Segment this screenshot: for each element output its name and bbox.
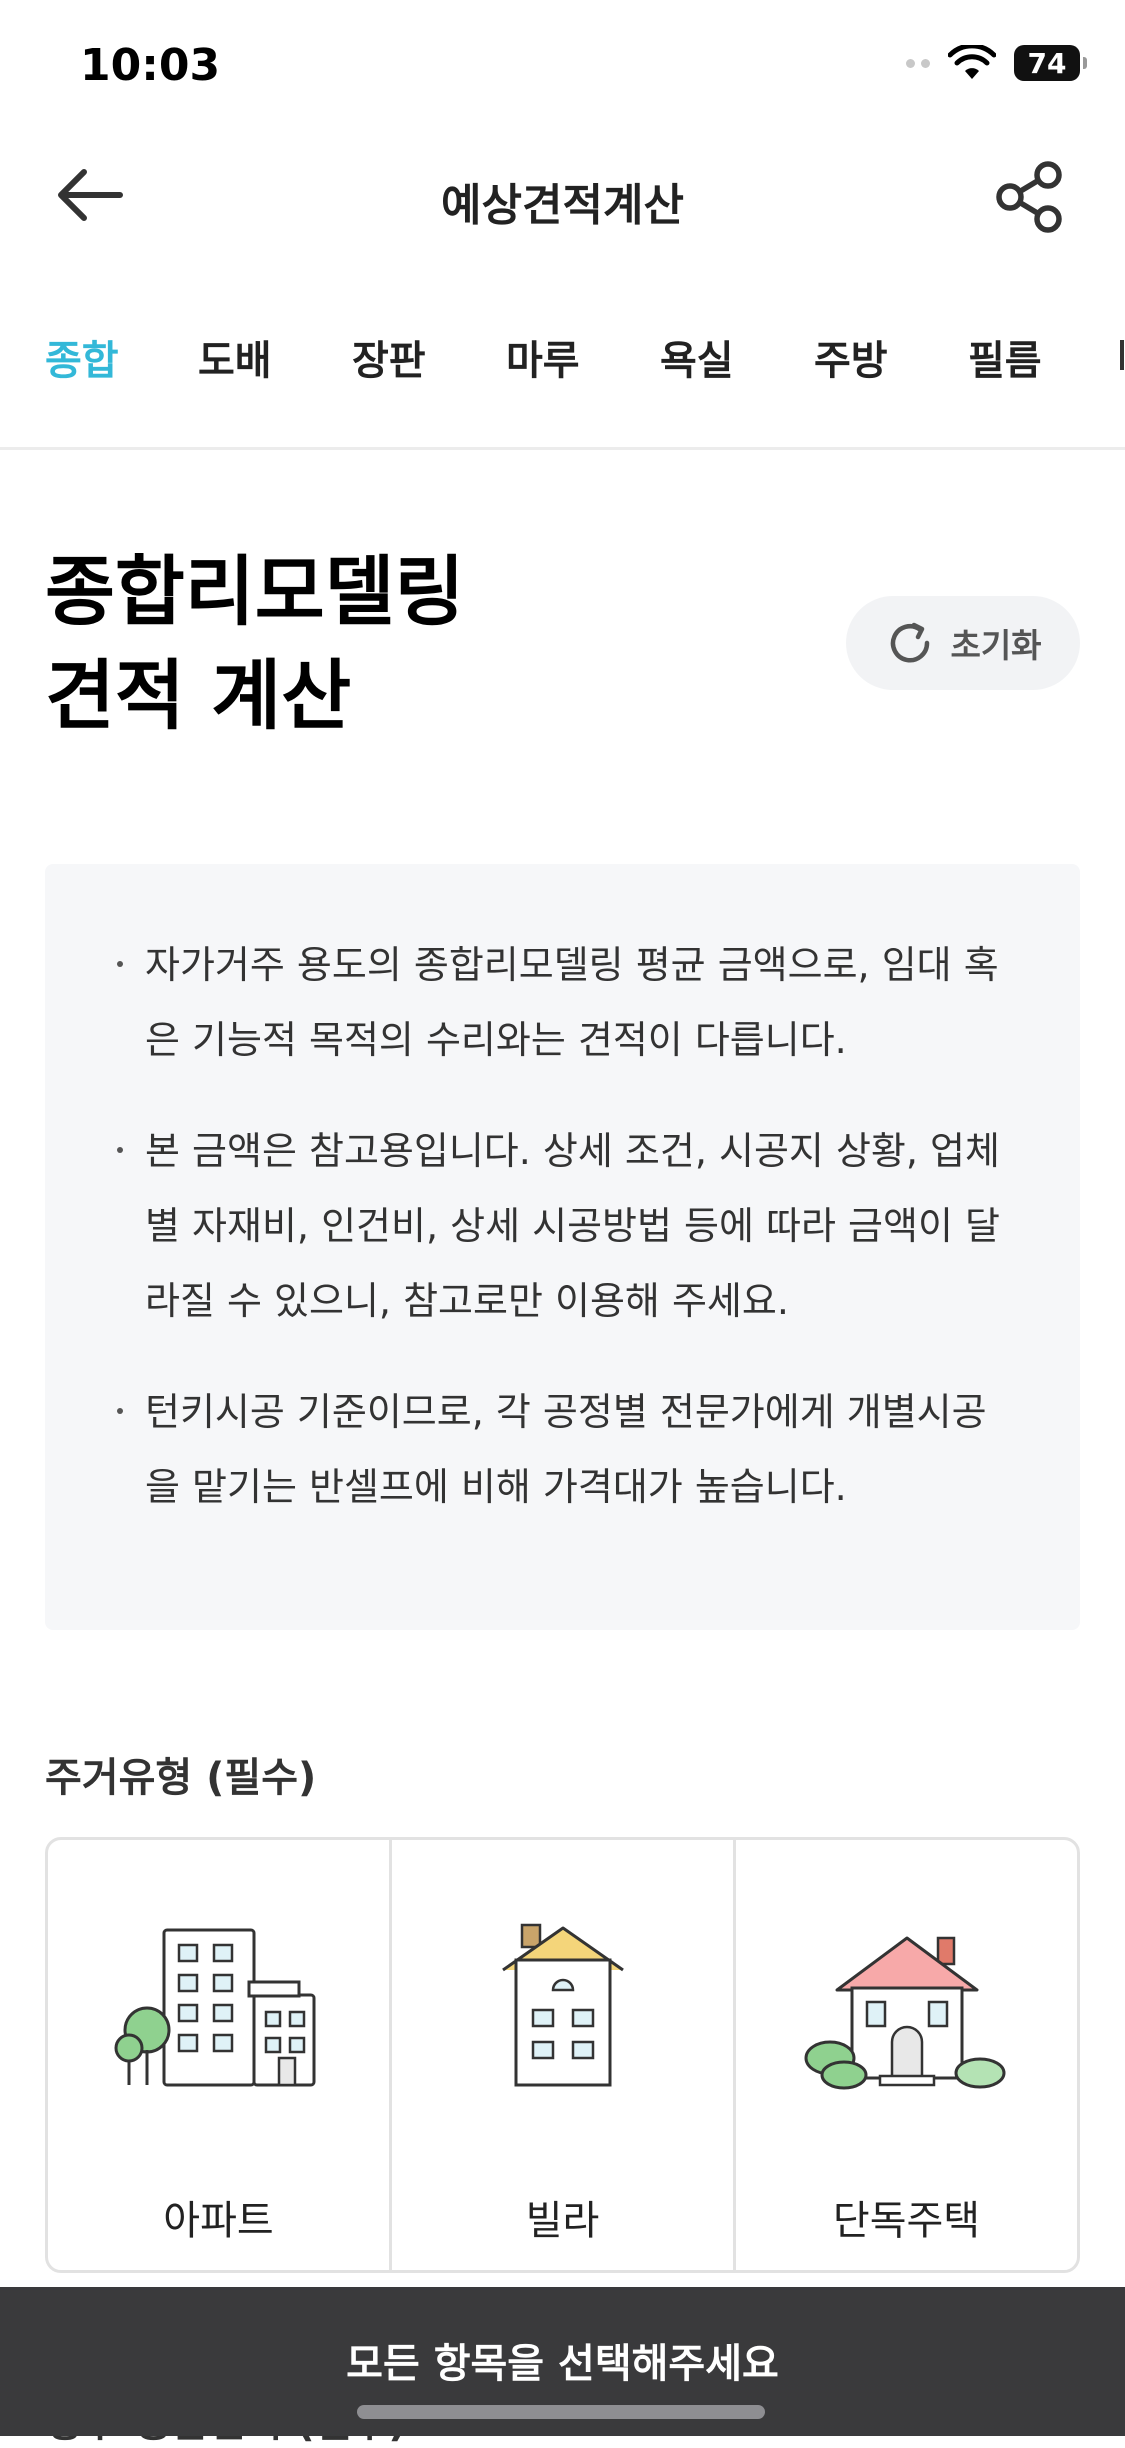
share-icon[interactable] xyxy=(990,157,1070,237)
heading-line-2: 견적 계산 xyxy=(45,651,352,740)
detached-house-icon xyxy=(804,1936,1005,2090)
option-villa[interactable]: 빌라 xyxy=(392,1840,736,2270)
heading-line-1: 종합리모델링 xyxy=(45,547,465,636)
tab-kitchen[interactable]: 주방 xyxy=(814,328,888,386)
tab-overflow-indicator xyxy=(1120,340,1124,370)
home-indicator xyxy=(357,2405,765,2419)
tab-film[interactable]: 필름 xyxy=(968,328,1042,386)
page-title: 예상견적계산 xyxy=(441,180,684,231)
option-apartment[interactable]: 아파트 xyxy=(48,1840,392,2270)
battery-level: 74 xyxy=(1027,46,1067,80)
notice-box: 자가거주 용도의 종합리모델링 평균 금액으로, 임대 혹은 기능적 목적의 수… xyxy=(45,864,1080,1630)
option-label: 아파트 xyxy=(163,2198,274,2244)
option-detached-house[interactable]: 단독주택 xyxy=(736,1840,1077,2270)
reset-button[interactable]: 초기화 xyxy=(846,596,1080,690)
status-time: 10:03 xyxy=(80,40,221,91)
battery-icon: 74 xyxy=(1014,45,1087,81)
category-tabs: 종합 도배 장판 마루 욕실 주방 필름 xyxy=(0,300,1125,450)
reset-label: 초기화 xyxy=(950,626,1042,665)
nav-bar: 예상견적계산 xyxy=(0,135,1125,255)
tab-bathroom[interactable]: 욕실 xyxy=(660,328,734,386)
notice-item: 턴키시공 기준이므로, 각 공정별 전문가에게 개별시공을 맡기는 반셀프에 비… xyxy=(117,1375,1010,1525)
option-label: 빌라 xyxy=(525,2198,600,2244)
wifi-icon xyxy=(948,45,996,79)
option-label: 단독주택 xyxy=(832,2198,981,2244)
notice-item: 본 금액은 참고용입니다. 상세 조건, 시공지 상황, 업체별 자재비, 인건… xyxy=(117,1114,1010,1339)
tab-wood-floor[interactable]: 마루 xyxy=(506,328,580,386)
apartment-icon xyxy=(114,1928,315,2087)
bottom-cta-label: 모든 항목을 선택해주세요 xyxy=(346,2341,779,2387)
notice-item: 자가거주 용도의 종합리모델링 평균 금액으로, 임대 혹은 기능적 목적의 수… xyxy=(117,928,1010,1078)
bottom-cta-bar[interactable]: 모든 항목을 선택해주세요 xyxy=(0,2287,1125,2436)
tab-wallpaper[interactable]: 도배 xyxy=(198,328,272,386)
housing-type-options: 아파트 빌라 단독주택 xyxy=(45,1837,1080,2273)
housing-type-label: 주거유형 (필수) xyxy=(45,1755,317,1801)
cellular-signal-icon xyxy=(906,58,930,68)
refresh-icon xyxy=(891,622,930,663)
tab-floor-sheet[interactable]: 장판 xyxy=(352,328,426,386)
status-bar: 10:03 74 xyxy=(0,0,1125,135)
status-indicators: 74 xyxy=(906,45,1087,81)
calculator-heading: 종합리모델링 견적 계산 xyxy=(45,540,465,748)
tab-combined[interactable]: 종합 xyxy=(45,328,119,386)
villa-icon xyxy=(501,1923,624,2087)
